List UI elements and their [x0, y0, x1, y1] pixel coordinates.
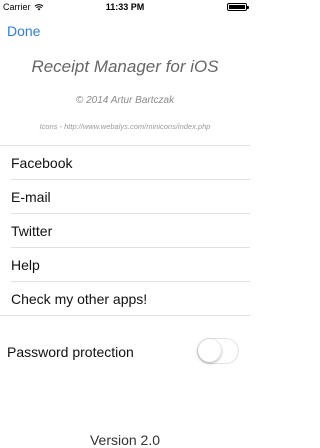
password-protection-toggle[interactable] [197, 338, 239, 364]
battery-icon [227, 3, 249, 11]
menu-item-email[interactable]: E-mail [0, 180, 250, 214]
menu-item-twitter[interactable]: Twitter [0, 214, 250, 248]
menu-item-help[interactable]: Help [0, 248, 250, 282]
status-time: 11:33 PM [105, 2, 145, 12]
toggle-knob [198, 339, 221, 362]
icons-credit-link[interactable]: Icons - http://www.webalys.com/minicons/… [0, 122, 250, 131]
password-protection-row: Password protection [0, 336, 250, 366]
copyright-text: © 2014 Artur Bartczak [75, 95, 175, 106]
menu-list: Facebook E-mail Twitter Help Check my ot… [0, 145, 250, 316]
status-bar: Carrier 11:33 PM [0, 0, 250, 14]
app-title: Receipt Manager for iOS [31, 57, 219, 76]
done-button[interactable]: Done [7, 23, 40, 39]
version-label: Version 2.0 [89, 432, 161, 448]
menu-item-other-apps[interactable]: Check my other apps! [0, 282, 250, 316]
menu-item-facebook[interactable]: Facebook [0, 146, 250, 180]
password-protection-label: Password protection [7, 344, 134, 360]
